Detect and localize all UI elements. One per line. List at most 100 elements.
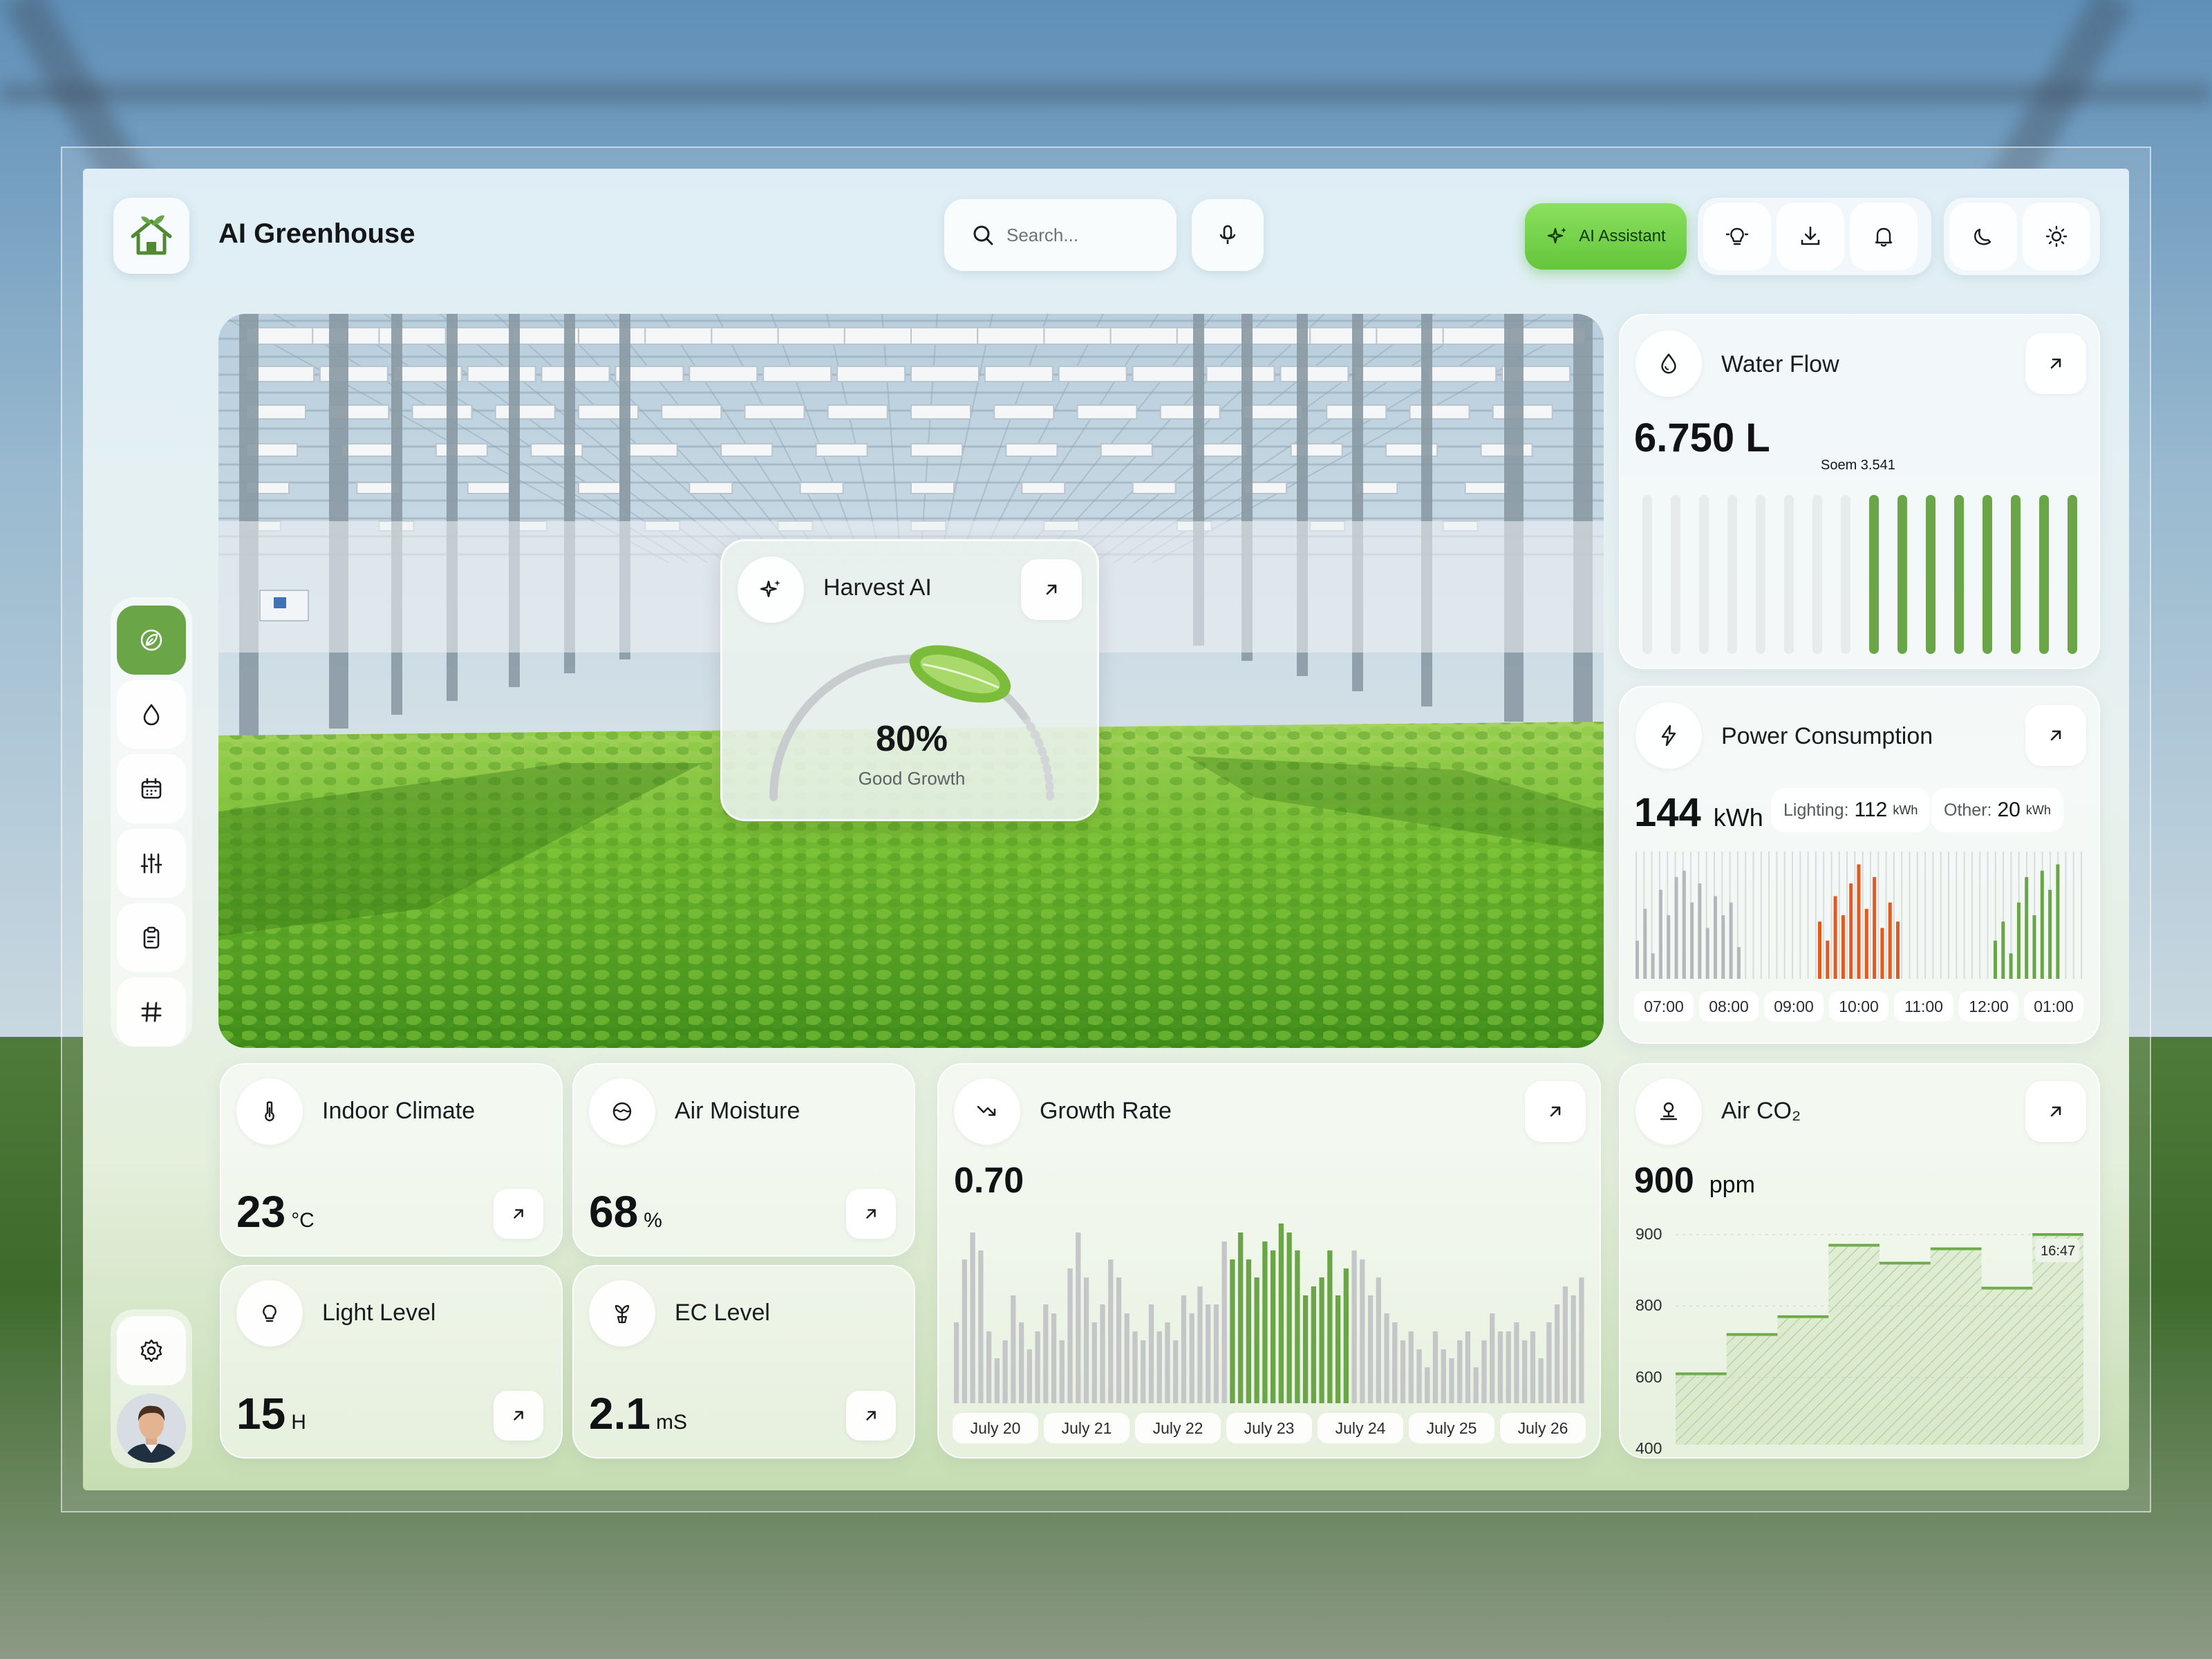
growth-bar — [1148, 1304, 1154, 1403]
light-mode-button[interactable] — [2023, 203, 2090, 270]
download-button[interactable] — [1777, 203, 1844, 270]
sidebar-item-calendar[interactable] — [117, 754, 186, 824]
power-bar-other — [2056, 864, 2060, 979]
sidebar-item-reports[interactable] — [117, 903, 186, 973]
light-level-card[interactable]: Light Level 15 H — [220, 1265, 563, 1459]
light-level-open-button[interactable] — [494, 1391, 543, 1441]
logo[interactable] — [113, 198, 189, 274]
co2-open-button[interactable] — [2025, 1081, 2086, 1142]
greenhouse-camera-view[interactable]: Harvest AI 80% Good Growth — [218, 314, 1604, 1048]
indoor-climate-number: 23 — [236, 1187, 286, 1237]
voice-search-button[interactable] — [1192, 199, 1264, 271]
lighting-label: Lighting: — [1783, 800, 1849, 820]
water-flow-value: 6.750 L — [1634, 415, 1770, 460]
power-grid-line — [1870, 852, 1871, 979]
growth-bar — [1254, 1277, 1259, 1403]
power-grid-line — [1830, 852, 1833, 979]
air-moisture-open-button[interactable] — [846, 1189, 896, 1239]
power-time-tick: 10:00 — [1829, 991, 1888, 1022]
light-level-icon-badge — [236, 1280, 303, 1347]
sparkle-icon — [760, 580, 780, 597]
growth-bar — [1002, 1340, 1008, 1403]
water-flow-open-button[interactable] — [2025, 333, 2086, 394]
growth-bar — [1197, 1286, 1203, 1403]
power-time-tick: 01:00 — [2024, 991, 2083, 1022]
growth-bar — [1295, 1250, 1300, 1403]
ec-level-title: EC Level — [675, 1300, 770, 1326]
growth-bar — [1091, 1322, 1097, 1403]
growth-bar — [1108, 1259, 1114, 1403]
power-title: Power Consumption — [1721, 723, 1933, 749]
growth-bar — [1100, 1304, 1105, 1403]
ec-level-card[interactable]: EC Level 2.1 mS — [572, 1265, 915, 1459]
water-flow-bar — [1671, 495, 1680, 654]
co2-unit: ppm — [1709, 1172, 1755, 1198]
power-time-tick: 11:00 — [1894, 991, 1953, 1022]
water-flow-card[interactable]: Water Flow 6.750 L Soem 3.541 — [1619, 314, 2100, 669]
harvest-ai-card[interactable]: Harvest AI 80% Good Growth — [720, 539, 1099, 821]
settings-button[interactable] — [117, 1316, 186, 1385]
ec-level-open-button[interactable] — [846, 1391, 896, 1441]
power-bar — [1705, 928, 1709, 979]
power-grid-line — [1877, 852, 1880, 979]
growth-bar — [1384, 1313, 1389, 1403]
harvest-open-button[interactable] — [1021, 559, 1082, 620]
power-bar — [1729, 902, 1733, 979]
air-co2-card[interactable]: Air CO₂ 900 ppm 900 800 600 400 16:47 — [1619, 1063, 2100, 1459]
arrow-up-right-icon — [514, 1411, 523, 1421]
ai-assistant-button[interactable]: AI Assistant — [1525, 203, 1687, 270]
sidebar-item-leaf[interactable] — [117, 606, 186, 675]
air-moisture-card[interactable]: Air Moisture 68% — [572, 1063, 915, 1257]
power-bar-other — [2040, 870, 2044, 979]
growth-bar — [1400, 1340, 1406, 1403]
indoor-climate-card[interactable]: Indoor Climate 23 °C — [220, 1063, 563, 1257]
power-value-number: 144 — [1634, 790, 1701, 835]
sidebar-item-water[interactable] — [117, 679, 186, 749]
lightbulb-button[interactable] — [1703, 203, 1771, 270]
co2-icon-badge — [1635, 1078, 1702, 1145]
growth-date-tick: July 25 — [1409, 1413, 1494, 1443]
sidebar-item-controls[interactable] — [117, 829, 186, 898]
notifications-button[interactable] — [1850, 203, 1918, 270]
growth-bar — [1497, 1331, 1503, 1403]
power-grid-line — [1745, 852, 1747, 979]
lighting-value: 112 — [1854, 798, 1888, 821]
water-flow-chart — [1642, 495, 2077, 654]
indoor-climate-open-button[interactable] — [494, 1189, 543, 1239]
power-bar-lighting — [1896, 921, 1900, 979]
air-moisture-title: Air Moisture — [675, 1098, 800, 1124]
harvest-value: 80% — [875, 719, 948, 759]
growth-bar — [1238, 1232, 1244, 1403]
sidebar-item-tags[interactable] — [117, 977, 186, 1047]
dark-mode-button[interactable] — [1949, 203, 2017, 270]
growth-rate-card[interactable]: Growth Rate 0.70 July 20 July 21 July 22 Ju… — [937, 1063, 1601, 1459]
search-input[interactable]: Search... — [944, 199, 1177, 271]
humidity-icon — [612, 1102, 632, 1121]
growth-bar — [1408, 1331, 1414, 1403]
power-open-button[interactable] — [2025, 705, 2086, 766]
growth-rate-open-button[interactable] — [1525, 1081, 1586, 1142]
growth-bar — [1286, 1232, 1292, 1403]
co2-step-fill — [1930, 1248, 1982, 1445]
power-consumption-card[interactable]: Power Consumption 144 kWh Lighting: 112 k… — [1619, 686, 2100, 1044]
power-grid-line — [2072, 852, 2074, 979]
search-placeholder: Search... — [1006, 224, 1079, 245]
power-grid-line — [1776, 852, 1778, 979]
growth-bar — [1416, 1349, 1422, 1403]
power-grid-line — [1909, 852, 1911, 979]
sparkle-icon — [1548, 227, 1567, 244]
growth-bar — [1449, 1358, 1454, 1403]
arrow-up-right-icon — [1550, 1106, 1561, 1117]
avatar[interactable] — [117, 1394, 186, 1463]
power-grid-line — [1956, 852, 1958, 979]
arrow-up-right-icon — [514, 1209, 523, 1219]
power-grid-line — [1987, 852, 1989, 979]
water-flow-bar — [1954, 495, 1964, 654]
growth-bar — [1206, 1304, 1211, 1403]
growth-date-axis: July 20 July 21 July 22 July 23 July 24 July … — [953, 1413, 1586, 1443]
growth-date-tick: July 23 — [1226, 1413, 1312, 1443]
growth-bar — [1546, 1322, 1552, 1403]
growth-bar — [1262, 1241, 1268, 1403]
growth-bar — [1481, 1340, 1487, 1403]
power-grid-line — [1799, 852, 1801, 979]
